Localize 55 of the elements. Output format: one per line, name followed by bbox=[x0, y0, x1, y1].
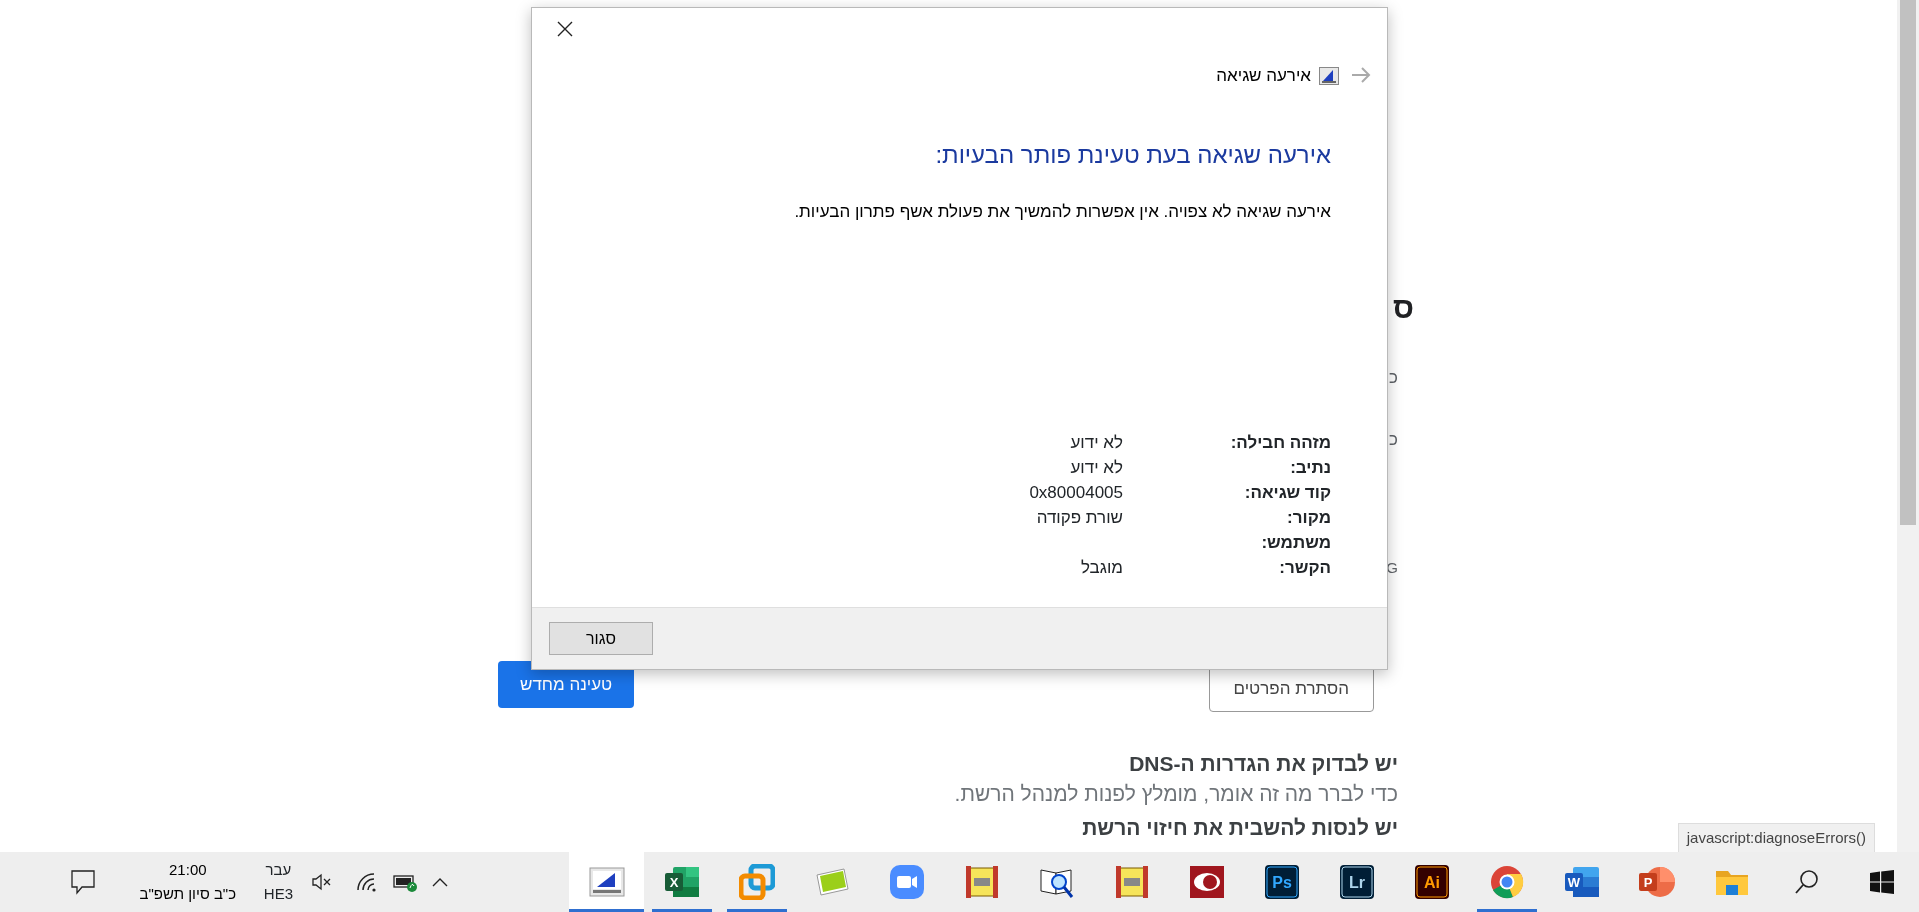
detail-value: לא ידוע bbox=[1069, 432, 1123, 454]
detail-label: נתיב: bbox=[1289, 457, 1331, 479]
detail-label: משתמש: bbox=[1260, 532, 1331, 554]
taskbar-app-button[interactable]: P bbox=[1619, 852, 1694, 912]
error-heading: אירעה שגיאה בעת טעינת פותר הבעיות: bbox=[935, 139, 1331, 170]
detail-label: מקור: bbox=[1286, 507, 1331, 529]
detail-value: 0x80004005 bbox=[1029, 482, 1123, 504]
wifi-icon[interactable] bbox=[355, 872, 377, 892]
detail-label: הקשר: bbox=[1278, 557, 1331, 579]
speech-bubble-icon bbox=[69, 869, 96, 895]
taskbar-app-button[interactable] bbox=[569, 852, 644, 912]
troubleshooter-icon bbox=[1319, 66, 1339, 85]
clock-time[interactable]: 21:00 bbox=[125, 858, 250, 882]
detail-value: שורת פקודה bbox=[1035, 507, 1123, 529]
close-dialog-button[interactable]: סגור bbox=[549, 622, 653, 655]
text-fragment: כ bbox=[1389, 429, 1398, 451]
video-camera-icon[interactable] bbox=[889, 865, 924, 899]
scroll-icon[interactable] bbox=[963, 864, 1000, 900]
chrome-icon[interactable] bbox=[1489, 865, 1524, 899]
dialog-title: אירעה שגיאה bbox=[1216, 65, 1311, 87]
app-tile-icon[interactable]: Lr bbox=[1339, 865, 1374, 899]
section-text: כדי לברר מה זה אומר, מומלץ לפנות למנהל הרשת. bbox=[954, 781, 1398, 807]
battery-icon[interactable] bbox=[393, 872, 419, 892]
search-icon[interactable] bbox=[1793, 869, 1820, 895]
chevron-up-icon[interactable] bbox=[431, 876, 449, 888]
detail-label: מזהה חבילה: bbox=[1229, 432, 1331, 454]
scroll-icon[interactable] bbox=[1113, 864, 1150, 900]
taskbar-app-button[interactable]: Ps bbox=[1244, 852, 1319, 912]
text-fragment: כ bbox=[1389, 367, 1398, 389]
speaker-muted-icon[interactable] bbox=[311, 873, 333, 891]
keyboard-layout[interactable]: HE3 bbox=[263, 882, 293, 906]
app-tile-icon[interactable]: Ps bbox=[1264, 865, 1299, 899]
input-language[interactable]: עבר bbox=[263, 858, 293, 882]
status-link-tooltip: javascript:diagnoseErrors() bbox=[1677, 822, 1875, 852]
troubleshooter-icon[interactable] bbox=[588, 867, 625, 897]
section-heading: יש לנסות להשבית את חיזוי הרשת bbox=[1082, 815, 1398, 841]
clock-date[interactable]: כ"ב סיון תשפ"ב bbox=[125, 882, 250, 906]
taskbar-app-button[interactable]: Lr bbox=[1319, 852, 1394, 912]
error-message: אירעה שגיאה לא צפויה. אין אפשרות להמשיך את פעולת אשף פתרון הבעיות. bbox=[794, 200, 1331, 223]
app-tile-icon[interactable]: Ai bbox=[1414, 865, 1449, 899]
overlapping-squares-icon[interactable] bbox=[738, 864, 775, 900]
heading-text: ס bbox=[1393, 290, 1414, 326]
eye-icon[interactable] bbox=[1189, 866, 1224, 898]
notifications-button[interactable] bbox=[69, 869, 96, 895]
back-arrow-icon bbox=[1351, 67, 1371, 83]
detail-value: לא ידוע bbox=[1069, 457, 1123, 479]
windows-logo-icon[interactable] bbox=[1869, 870, 1894, 894]
scrollbar-thumb[interactable] bbox=[1900, 0, 1916, 525]
close-icon bbox=[556, 20, 574, 38]
detail-label: קוד שגיאה: bbox=[1243, 482, 1331, 504]
taskbar-app-button[interactable]: Ai bbox=[1394, 852, 1469, 912]
scrollbar[interactable] bbox=[1897, 0, 1919, 852]
taskbar-app-button[interactable]: W bbox=[1544, 852, 1619, 912]
section-heading: יש לבדוק את הגדרות ה-DNS bbox=[1129, 751, 1398, 777]
detail-value: מוגבל bbox=[1079, 557, 1123, 579]
